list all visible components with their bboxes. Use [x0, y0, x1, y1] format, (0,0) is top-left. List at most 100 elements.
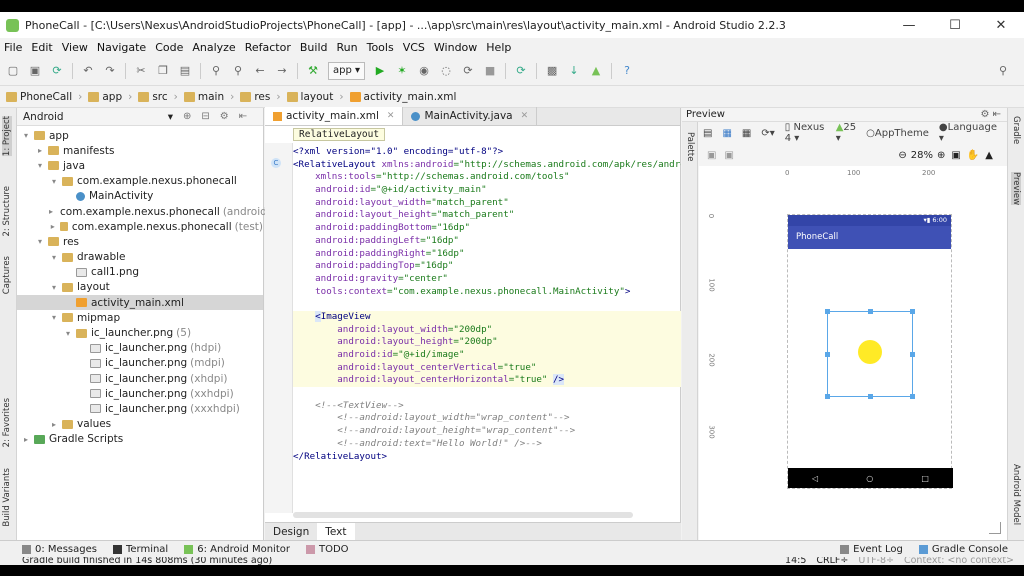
resize-handle[interactable] — [825, 394, 830, 399]
tree-node[interactable]: ic_launcher.png (mdpi) — [17, 356, 263, 371]
close-tab-icon[interactable]: ✕ — [387, 111, 395, 121]
code-area[interactable]: <?xml version="1.0" encoding="utf-8"?> <R… — [293, 146, 681, 516]
tab-mainactivity-java[interactable]: MainActivity.java ✕ — [403, 107, 538, 125]
expand-toggle-icon[interactable]: ▸ — [49, 420, 59, 429]
menu-build[interactable]: Build — [300, 41, 328, 54]
breadcrumb-file[interactable]: activity_main.xml — [349, 91, 456, 103]
gradle-console-tool-tab[interactable]: Gradle Console — [918, 544, 1008, 555]
caret-position[interactable]: 14:5 — [785, 557, 806, 565]
maximize-button[interactable]: ☐ — [932, 12, 978, 38]
class-gutter-icon[interactable]: C — [271, 158, 281, 168]
sync-icon[interactable]: ⟳ — [50, 64, 64, 78]
avd-manager-icon[interactable]: ▩ — [545, 64, 559, 78]
expand-toggle-icon[interactable]: ▾ — [49, 253, 59, 262]
render-error-icon[interactable]: ▣ — [724, 150, 733, 161]
structure-tool-tab[interactable]: 2: Structure — [2, 186, 12, 237]
close-tab-icon[interactable]: ✕ — [521, 111, 529, 121]
apply-changes-icon[interactable]: ⟳ — [461, 64, 475, 78]
menu-refactor[interactable]: Refactor — [245, 41, 291, 54]
expand-toggle-icon[interactable]: ▾ — [49, 313, 59, 322]
expand-toggle-icon[interactable]: ▾ — [35, 237, 45, 246]
context-indicator[interactable]: Context: <no context> — [904, 557, 1014, 565]
redo-icon[interactable]: ↷ — [103, 64, 117, 78]
collapse-all-icon[interactable]: ⊟ — [201, 111, 209, 122]
zoom-in-icon[interactable]: ⊕ — [937, 150, 945, 161]
favorites-tool-tab[interactable]: 2: Favorites — [2, 398, 12, 447]
resize-handle[interactable] — [825, 352, 830, 357]
close-button[interactable]: ✕ — [978, 12, 1024, 38]
layout-icon[interactable]: ▦ — [742, 128, 751, 139]
tree-node[interactable]: ▾ com.example.nexus.phonecall — [17, 174, 263, 189]
tab-text[interactable]: Text — [317, 522, 355, 541]
run-icon[interactable]: ▶ — [373, 64, 387, 78]
preview-canvas[interactable]: 0 100 200 0 100 200 300 ▾▮ 6:00 PhoneCal… — [699, 166, 1007, 540]
hide-panel-icon[interactable]: ⇤ — [239, 111, 247, 122]
open-icon[interactable]: ▢ — [6, 64, 20, 78]
undo-icon[interactable]: ↶ — [81, 64, 95, 78]
menu-analyze[interactable]: Analyze — [192, 41, 235, 54]
xml-breadcrumb[interactable]: RelativeLayout — [293, 128, 386, 141]
menu-navigate[interactable]: Navigate — [97, 41, 146, 54]
resize-handle[interactable] — [825, 309, 830, 314]
tree-node[interactable]: ▾ drawable — [17, 250, 263, 265]
breadcrumb-module[interactable]: app › — [88, 91, 132, 103]
expand-toggle-icon[interactable]: ▾ — [49, 177, 59, 186]
attach-debugger-icon[interactable]: ◉ — [417, 64, 431, 78]
menu-window[interactable]: Window — [434, 41, 477, 54]
tab-design[interactable]: Design — [265, 526, 317, 538]
resize-handle[interactable] — [868, 309, 873, 314]
device-select[interactable]: ▯ Nexus 4 ▾ — [785, 122, 826, 144]
debug-icon[interactable]: ✶ — [395, 64, 409, 78]
tree-node[interactable]: ▾ ic_launcher.png (5) — [17, 325, 263, 340]
palette-tab[interactable]: Palette — [685, 132, 695, 161]
run-configuration-select[interactable]: app ▾ — [328, 61, 366, 80]
menu-help[interactable]: Help — [486, 41, 511, 54]
theme-select[interactable]: ○AppTheme — [866, 128, 929, 139]
paste-icon[interactable]: ▤ — [178, 64, 192, 78]
zoom-fit-icon[interactable]: ▣ — [951, 150, 960, 161]
tree-node[interactable]: ▸ com.example.nexus.phonecall (test) — [17, 219, 263, 234]
tree-node[interactable]: ▸ Gradle Scripts — [17, 432, 263, 447]
refresh-icon[interactable]: ▣ — [707, 150, 716, 161]
file-encoding[interactable]: UTF-8÷ — [858, 557, 894, 565]
captures-tool-tab[interactable]: Captures — [2, 256, 12, 294]
expand-toggle-icon[interactable]: ▸ — [49, 222, 57, 231]
resize-handle[interactable] — [910, 394, 915, 399]
forward-icon[interactable]: → — [275, 64, 289, 78]
tree-node[interactable]: ▾ app — [17, 128, 263, 143]
tree-node[interactable]: ic_launcher.png (hdpi) — [17, 341, 263, 356]
tree-node[interactable]: call1.png — [17, 265, 263, 280]
event-log-tool-tab[interactable]: Event Log — [840, 544, 903, 555]
search-everywhere-icon[interactable]: ⚲ — [996, 64, 1010, 78]
cut-icon[interactable]: ✂ — [134, 64, 148, 78]
tree-node[interactable]: ▸ manifests — [17, 143, 263, 158]
android-model-tool-tab[interactable]: Android Model — [1011, 464, 1021, 525]
menu-tools[interactable]: Tools — [367, 41, 394, 54]
breadcrumb-main[interactable]: main › — [183, 91, 234, 103]
settings-gear-icon[interactable]: ⚙ — [220, 111, 229, 122]
messages-tool-tab[interactable]: 0: Messages — [22, 544, 97, 555]
expand-toggle-icon[interactable]: ▸ — [21, 435, 31, 444]
warning-icon[interactable]: ▲ — [985, 150, 993, 161]
preview-settings-icon[interactable]: ⚙ ⇤ — [980, 109, 1001, 120]
help-icon[interactable]: ? — [620, 64, 634, 78]
breadcrumb-res[interactable]: res › — [240, 91, 281, 103]
tree-node[interactable]: ▸ values — [17, 417, 263, 432]
tree-node[interactable]: ic_launcher.png (xxxhdpi) — [17, 401, 263, 416]
tree-node[interactable]: ic_launcher.png (xxhdpi) — [17, 386, 263, 401]
expand-toggle-icon[interactable]: ▸ — [49, 207, 53, 216]
stop-icon[interactable]: ■ — [483, 64, 497, 78]
tree-node[interactable]: ▾ layout — [17, 280, 263, 295]
preview-tool-tab[interactable]: Preview — [1011, 172, 1021, 206]
pan-hand-icon[interactable]: ✋ — [967, 150, 979, 161]
gradle-tool-tab[interactable]: Gradle — [1011, 116, 1021, 144]
api-level-select[interactable]: ▲25 ▾ — [836, 122, 856, 144]
make-project-icon[interactable]: ⚒ — [306, 64, 320, 78]
menu-code[interactable]: Code — [155, 41, 183, 54]
android-monitor-tool-tab[interactable]: 6: Android Monitor — [184, 544, 290, 555]
project-view-select[interactable]: Android ▾ — [23, 111, 173, 123]
design-surface-icon[interactable]: ▤ — [703, 128, 712, 139]
horizontal-scrollbar[interactable] — [293, 512, 633, 518]
zoom-out-icon[interactable]: ⊖ — [898, 150, 906, 161]
tree-node[interactable]: ▾ mipmap — [17, 310, 263, 325]
